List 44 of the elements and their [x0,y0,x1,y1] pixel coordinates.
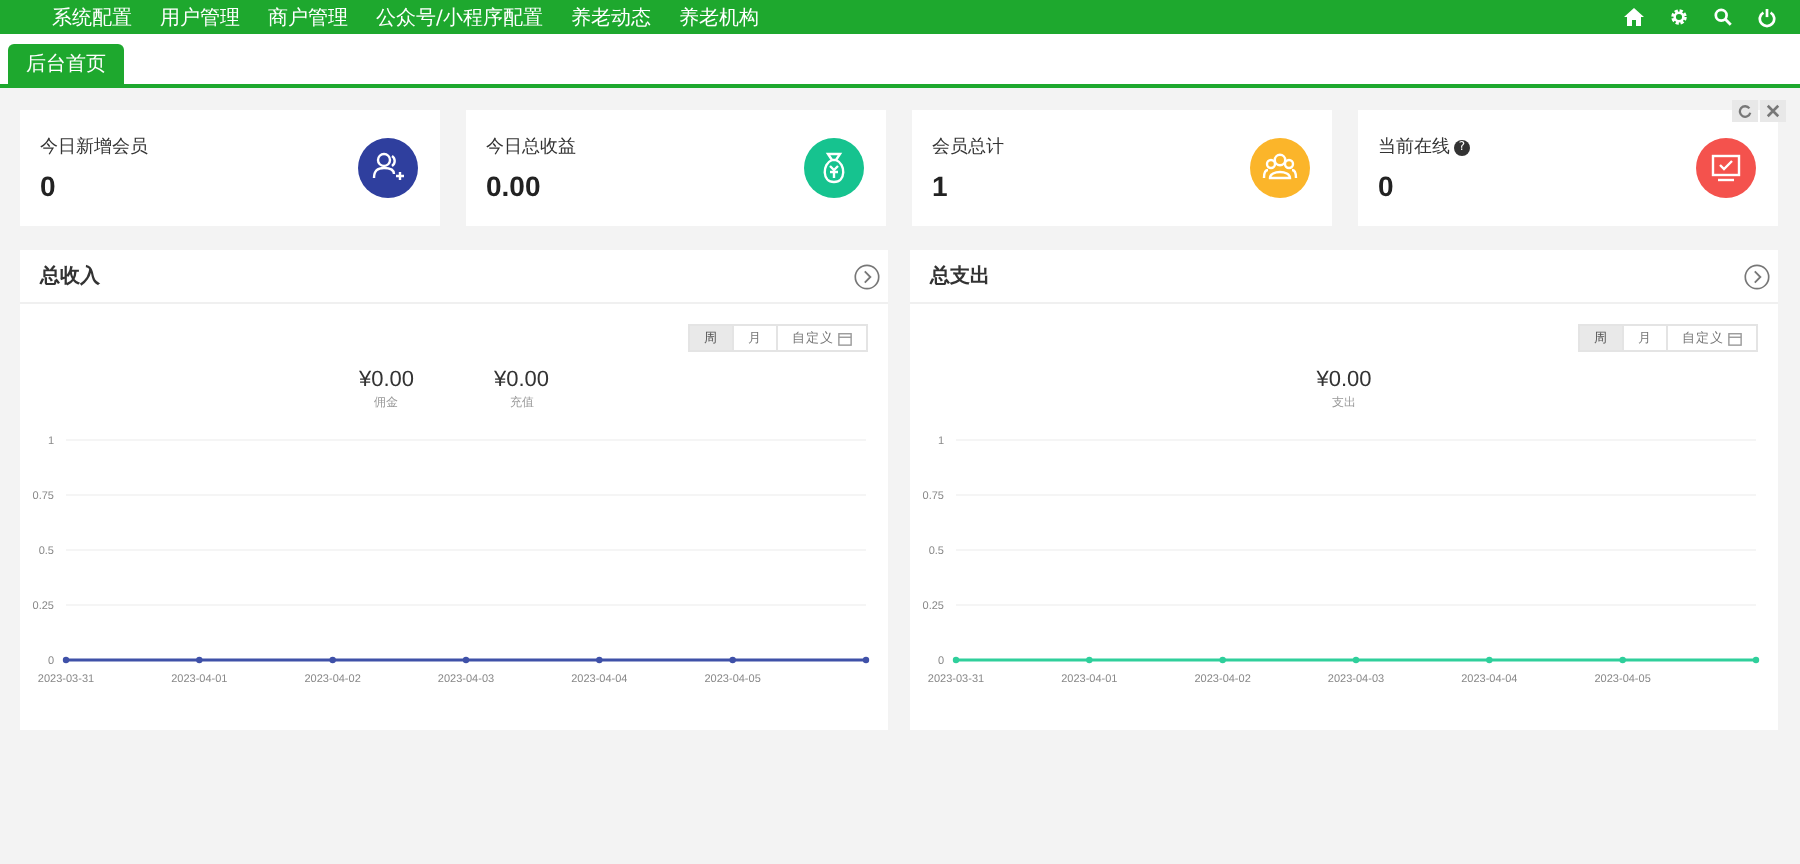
stat-value: 0 [1378,170,1396,202]
data-point [596,656,603,664]
data-point [1352,656,1360,664]
search-icon[interactable] [1714,8,1732,26]
data-point [462,656,470,664]
menu-item[interactable]: 商户管理 [268,3,348,31]
total-amount: ¥0.00 [358,368,414,392]
stat-value: 0 [40,170,58,202]
data-point [1219,656,1226,664]
menu-item[interactable]: 系统配置 [52,3,132,31]
data-point [62,656,70,664]
data-point [1752,656,1760,664]
stat-label: 会员总计 [932,135,1004,160]
stat-value: 0.00 [486,170,543,202]
stat-label: 今日新增会员 [40,135,148,160]
data-point [1619,656,1626,664]
calendar-icon [1728,331,1742,345]
stat-label: 当前在线 [1378,135,1450,160]
data-point [862,656,870,664]
data-point [196,656,203,664]
chevron-right-circle-icon[interactable] [1744,263,1770,289]
home-icon[interactable] [1624,8,1644,26]
tab[interactable]: 后台首页 [8,44,124,84]
refresh-button[interactable] [1732,100,1758,122]
calendar-icon [838,331,852,345]
data-point [329,656,336,664]
total-amount: ¥0.00 [494,368,550,392]
panel-title: 总收入 [40,263,100,290]
menu-item[interactable]: 公众号/小程序配置 [376,3,543,31]
data-point [1086,656,1093,664]
power-icon[interactable] [1758,7,1776,27]
menu-item[interactable]: 养老动态 [570,3,651,31]
settings-icon[interactable] [1670,8,1688,26]
data-point [1486,656,1493,664]
menu-item[interactable]: 养老机构 [678,3,759,31]
data-point [729,656,736,664]
panel-title: 总支出 [930,263,990,290]
close-button[interactable] [1760,100,1786,122]
data-point [952,656,960,664]
stat-value: 1 [932,170,950,202]
chevron-right-circle-icon[interactable] [854,263,880,289]
stat-label: 今日总收益 [486,135,576,160]
total-amount: ¥0.00 [1316,368,1372,392]
menu-item[interactable]: 用户管理 [160,3,240,31]
